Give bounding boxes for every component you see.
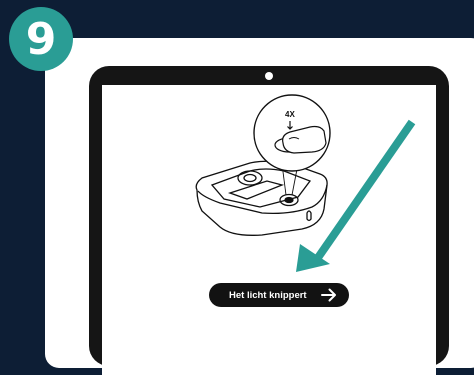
hub-device [195, 160, 328, 236]
status-pill: Het licht knippert [209, 283, 349, 307]
tap-count-label: 4X [285, 110, 295, 119]
step-number-badge: 9 [9, 7, 73, 71]
step-number: 9 [25, 13, 57, 65]
device-illustration: 4X [195, 94, 331, 236]
zoom-circle: 4X [253, 94, 331, 172]
tablet-frame: 4X Het licht knippert [89, 66, 449, 375]
arrow-right-icon [321, 288, 336, 302]
camera-dot [265, 72, 273, 80]
status-label: Het licht knippert [229, 289, 307, 301]
tablet-screen: 4X Het licht knippert [102, 85, 436, 375]
